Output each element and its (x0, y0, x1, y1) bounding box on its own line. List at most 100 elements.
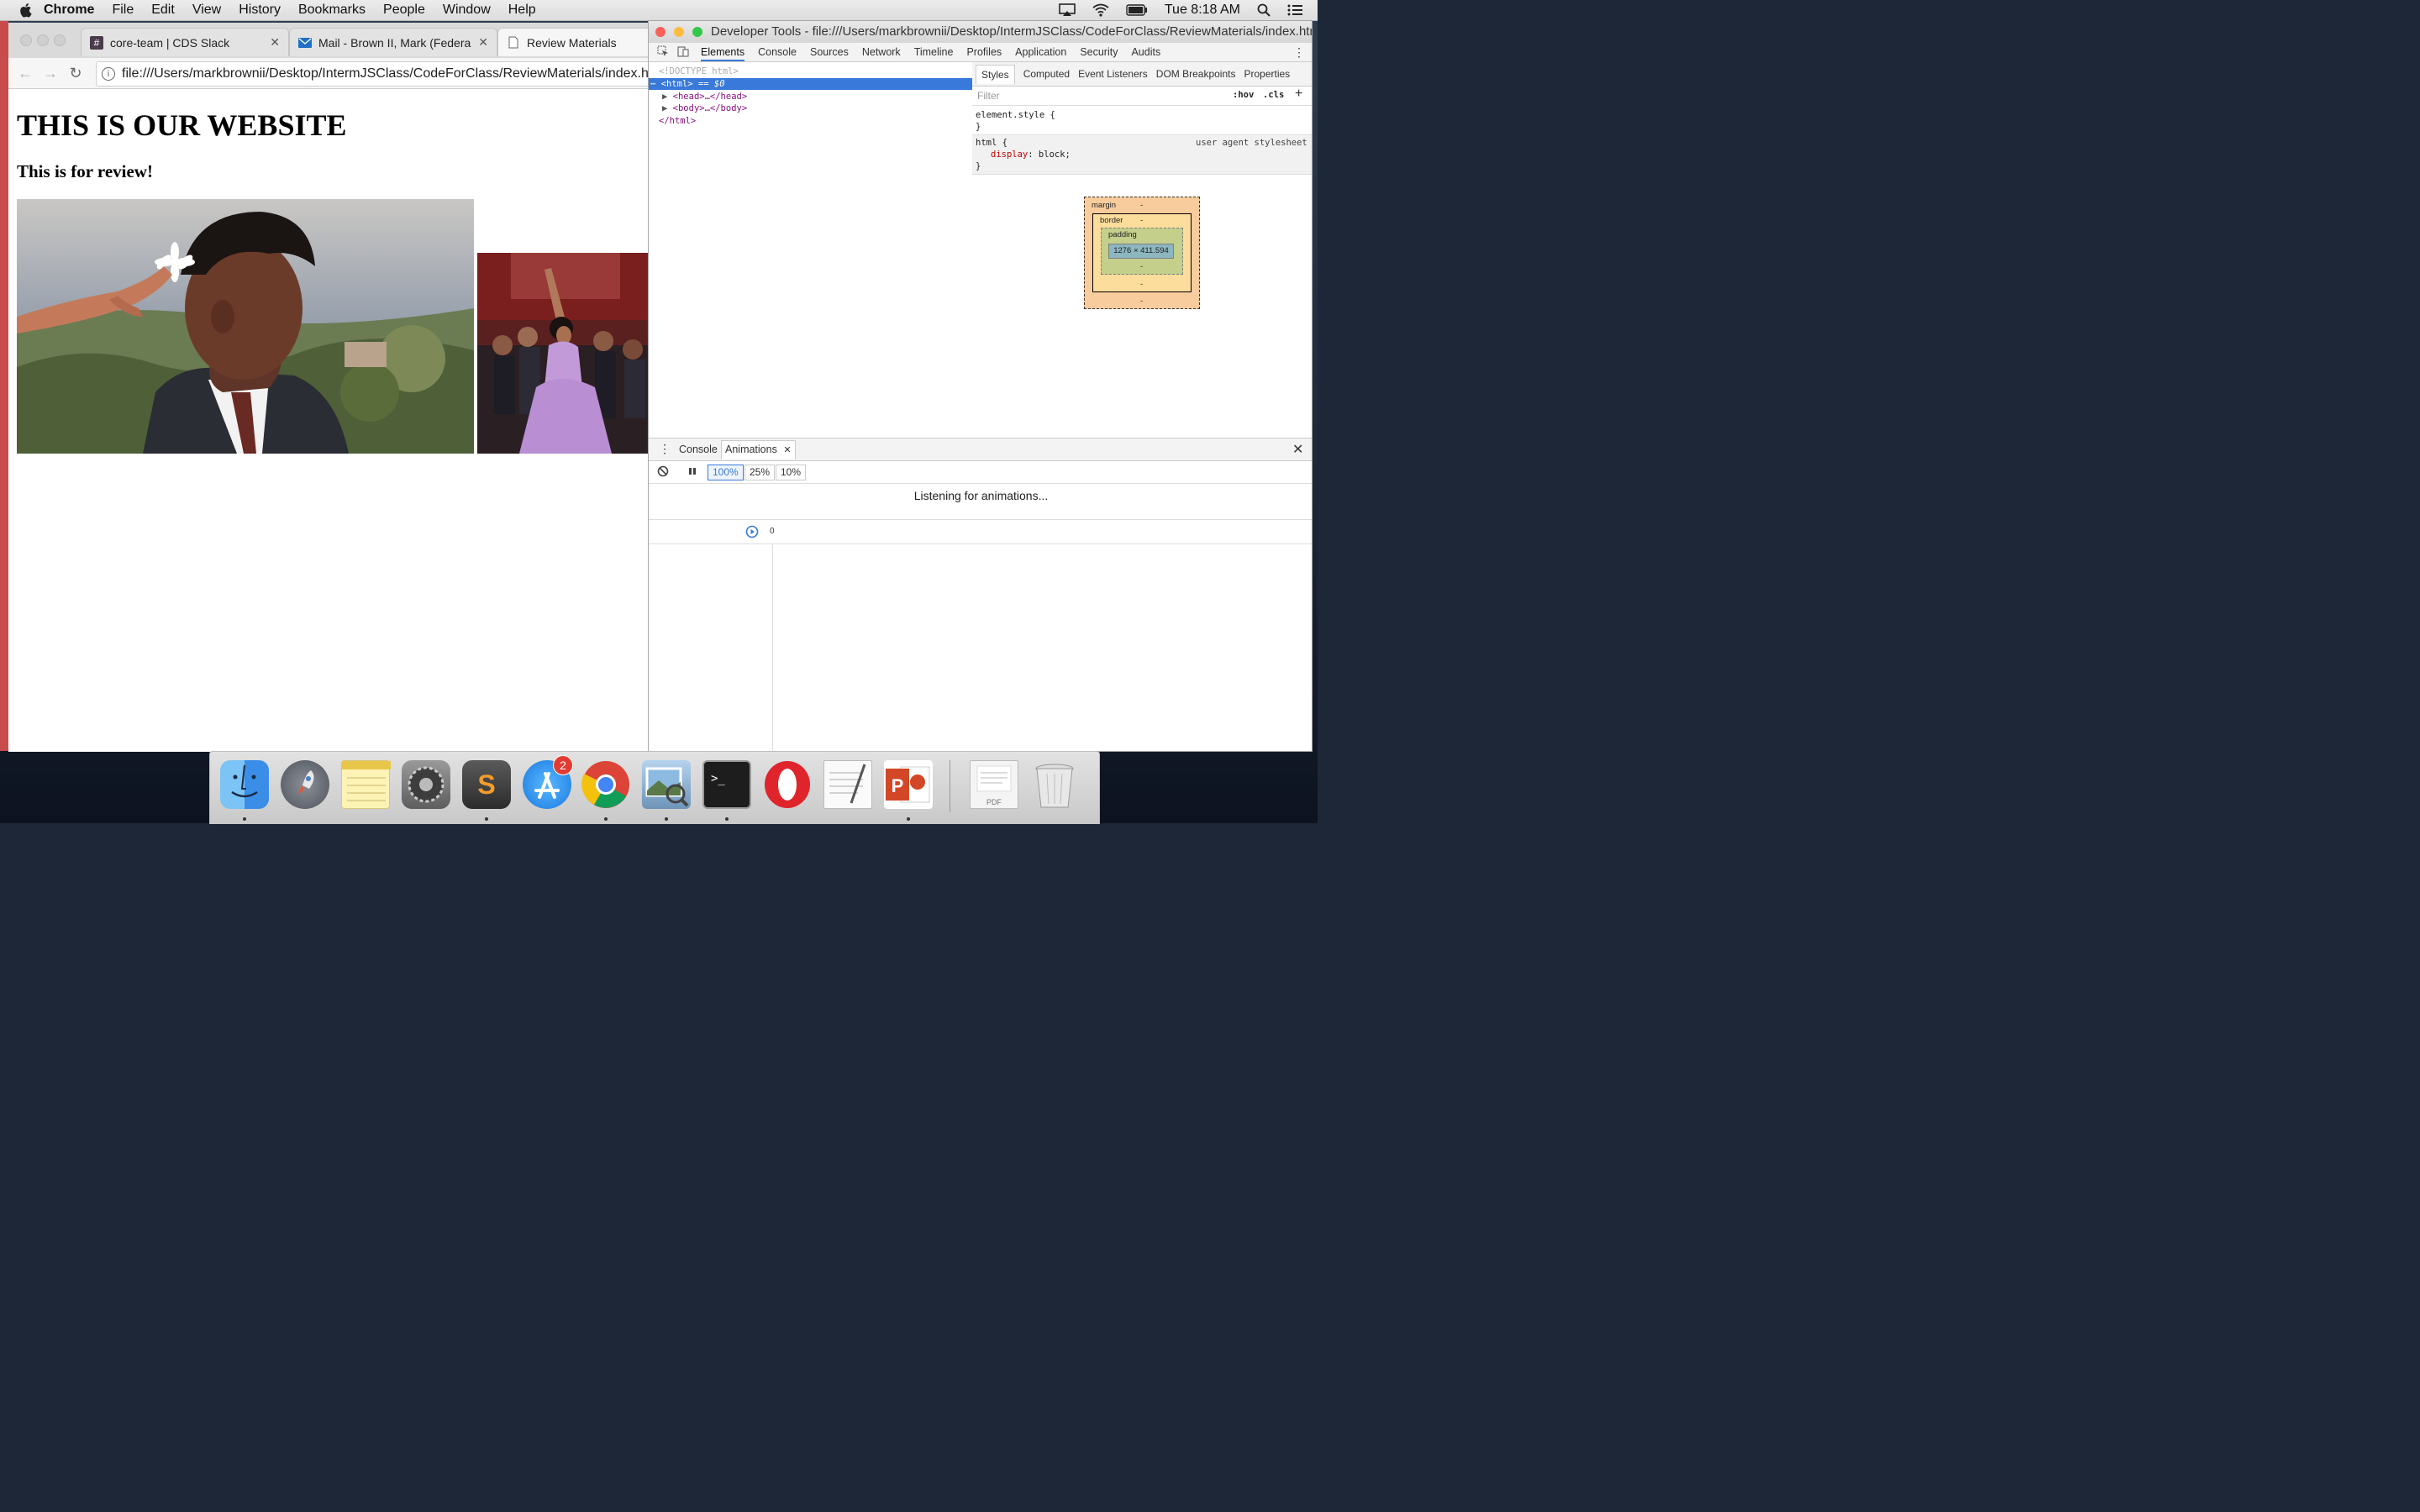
trash-icon[interactable] (1030, 760, 1079, 809)
wifi-icon[interactable] (1092, 3, 1109, 17)
cls-toggle[interactable]: .cls (1263, 90, 1284, 100)
dom-doctype[interactable]: <!DOCTYPE html> (649, 66, 982, 77)
window-close-button[interactable] (20, 34, 32, 46)
add-rule-icon[interactable]: + (1295, 87, 1302, 102)
menu-chrome[interactable]: Chrome (44, 3, 94, 18)
tab-audits[interactable]: Audits (1131, 46, 1160, 58)
dom-html-node[interactable]: ⋯ <html> == $0 (649, 78, 972, 90)
info-icon[interactable]: i (102, 67, 115, 81)
spotlight-search-icon[interactable] (1257, 3, 1270, 17)
subtab-styles[interactable]: Styles (976, 64, 1015, 84)
menu-edit[interactable]: Edit (151, 3, 175, 18)
terminal-running-indicator (725, 817, 729, 821)
preview-icon[interactable] (642, 760, 691, 809)
sublime-text-icon[interactable]: S (462, 760, 511, 809)
hov-toggle[interactable]: :hov (1233, 90, 1254, 100)
menu-help[interactable]: Help (508, 3, 536, 18)
menu-clock[interactable]: Tue 8:18 AM (1165, 3, 1240, 18)
tab-strip: # core-team | CDS Slack ✕ Mail - Brown I… (8, 23, 649, 58)
box-model-border[interactable]: border - - padding - - 1276 × 411.594 (1092, 213, 1192, 292)
pdf-documents-stack-icon[interactable]: PDF (970, 760, 1018, 809)
subtab-computed[interactable]: Computed (1023, 68, 1070, 80)
reload-icon[interactable]: ↻ (67, 65, 84, 81)
device-toolbar-icon[interactable] (677, 45, 689, 60)
menu-window[interactable]: Window (443, 3, 491, 18)
speed-100-button[interactable]: 100% (708, 465, 744, 480)
devtools-minimize-button[interactable] (674, 27, 684, 37)
tab-sources[interactable]: Sources (810, 46, 849, 58)
devtools-close-button[interactable] (655, 27, 666, 37)
drawer-menu-icon[interactable]: ⋮ (659, 442, 671, 456)
window-zoom-button[interactable] (54, 34, 66, 46)
address-bar[interactable]: i file:///Users/markbrownii/Desktop/Inte… (96, 61, 649, 87)
speed-10-button[interactable]: 10% (776, 465, 807, 480)
powerpoint-icon[interactable]: P (884, 760, 933, 809)
menu-bookmarks[interactable]: Bookmarks (298, 3, 366, 18)
notes-icon[interactable] (341, 760, 391, 809)
speed-25-button[interactable]: 25% (744, 465, 776, 480)
tab-network[interactable]: Network (862, 46, 901, 58)
tab-console[interactable]: Console (758, 46, 797, 58)
more-options-icon[interactable]: ⋮ (1293, 45, 1305, 60)
drawer-tab-console[interactable]: Console (679, 444, 718, 455)
finder-icon[interactable] (220, 760, 269, 809)
tab-security[interactable]: Security (1080, 46, 1118, 58)
tab-profiles[interactable]: Profiles (966, 46, 1002, 58)
subtab-event-listeners[interactable]: Event Listeners (1078, 68, 1148, 80)
close-icon[interactable]: ✕ (270, 35, 280, 50)
chrome-running-indicator (604, 817, 608, 821)
subtab-properties[interactable]: Properties (1244, 68, 1290, 80)
menu-file[interactable]: File (112, 3, 134, 18)
ellipsis-icon: ⋯ (650, 79, 656, 89)
inspect-element-icon[interactable] (657, 45, 669, 60)
dom-html-close[interactable]: </html> (649, 115, 982, 127)
notification-center-icon[interactable] (1287, 4, 1302, 16)
forward-arrow-icon[interactable]: → (42, 65, 59, 81)
tab-timeline[interactable]: Timeline (914, 46, 954, 58)
menu-view[interactable]: View (192, 3, 221, 18)
textedit-icon[interactable] (823, 760, 872, 809)
system-preferences-icon[interactable] (402, 760, 450, 809)
box-model-content[interactable]: 1276 × 411.594 (1108, 244, 1174, 259)
apple-icon[interactable] (18, 3, 32, 18)
expand-triangle-icon[interactable]: ▶ (662, 103, 667, 113)
pause-icon[interactable] (687, 465, 697, 480)
airplay-icon[interactable] (1059, 3, 1076, 17)
tab-mail[interactable]: Mail - Brown II, Mark (Federal) ✕ (289, 28, 497, 56)
expand-triangle-icon[interactable]: ▶ (662, 92, 667, 102)
tab-elements[interactable]: Elements (701, 46, 745, 61)
menu-people[interactable]: People (383, 3, 425, 18)
close-icon[interactable]: ✕ (478, 35, 488, 50)
styles-filter-bar: Filter :hov .cls + (972, 87, 1312, 106)
chrome-icon[interactable] (581, 760, 630, 809)
box-model-margin[interactable]: margin - - border - - padding - - 1276 ×… (1084, 197, 1200, 309)
launchpad-icon[interactable] (281, 760, 329, 809)
css-declaration[interactable]: display: block; (991, 150, 1071, 160)
window-minimize-button[interactable] (37, 34, 49, 46)
dom-head-node[interactable]: ▶ <head>…</head> (649, 91, 986, 102)
tab-application[interactable]: Application (1015, 46, 1066, 58)
clear-animations-icon[interactable] (657, 465, 669, 480)
html-rule-close: } (976, 161, 981, 171)
element-style-selector[interactable]: element.style { (976, 110, 1055, 120)
battery-icon[interactable] (1126, 4, 1148, 16)
back-arrow-icon[interactable]: ← (17, 65, 34, 81)
dom-head-text: <head>…</head> (672, 92, 748, 102)
drawer-close-icon[interactable]: ✕ (1292, 441, 1303, 458)
devtools-zoom-button[interactable] (692, 27, 702, 37)
html-rule-selector[interactable]: html { (976, 138, 1007, 148)
dom-body-node[interactable]: ▶ <body>…</body> (649, 102, 986, 114)
replay-icon[interactable] (745, 525, 759, 541)
box-model-padding[interactable]: padding - - 1276 × 411.594 (1101, 228, 1183, 275)
padding-label: padding (1108, 230, 1137, 239)
close-icon[interactable]: ✕ (783, 445, 791, 455)
tab-slack[interactable]: # core-team | CDS Slack ✕ (81, 28, 289, 56)
drawer-tab-animations[interactable]: Animations ✕ (721, 440, 796, 459)
filter-input[interactable]: Filter (977, 90, 1000, 102)
subtab-dom-breakpoints[interactable]: DOM Breakpoints (1156, 68, 1236, 80)
menu-history[interactable]: History (239, 3, 281, 18)
opera-icon[interactable] (763, 760, 812, 809)
ua-stylesheet-label: user agent stylesheet (1196, 138, 1307, 148)
tab-review-materials[interactable]: Review Materials (497, 28, 649, 56)
terminal-icon[interactable]: >_ (702, 760, 751, 809)
